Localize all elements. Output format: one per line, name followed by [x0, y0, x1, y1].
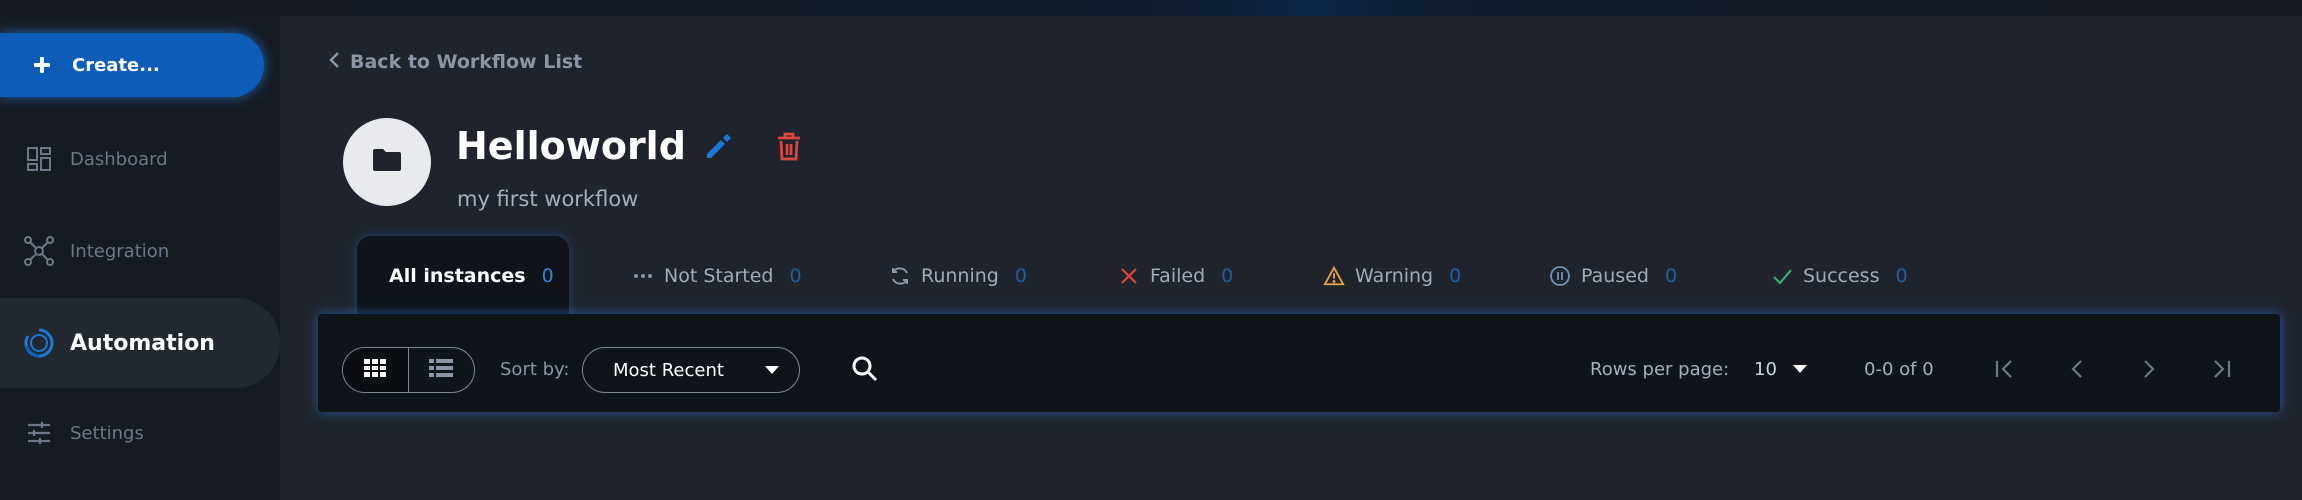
pencil-icon[interactable]: [703, 132, 733, 162]
tab-label: Warning: [1355, 265, 1434, 287]
caret-down-icon: [765, 366, 779, 374]
list-view-button[interactable]: [409, 348, 475, 392]
workflow-avatar: [343, 118, 431, 206]
rows-per-page-label: Rows per page:: [1590, 359, 1730, 380]
folder-icon: [371, 147, 403, 177]
automation-icon: [22, 326, 56, 360]
instances-toolbar: Sort by: Most Recent Rows per page: 10 0…: [318, 314, 2280, 412]
tab-count: 0: [1664, 265, 1678, 287]
last-page-icon[interactable]: [2206, 354, 2236, 384]
tab-all-instances[interactable]: All instances 0: [357, 236, 569, 316]
pagination-range: 0-0 of 0: [1864, 359, 1934, 380]
page-title: Helloworld: [456, 124, 686, 168]
tab-count: 0: [1449, 265, 1462, 287]
sort-select[interactable]: Most Recent: [582, 347, 800, 393]
trash-icon[interactable]: [776, 132, 802, 162]
chevron-left-icon: [328, 51, 340, 73]
tab-count: 0: [789, 265, 802, 287]
settings-icon: [22, 416, 56, 450]
tab-label: All instances: [389, 265, 526, 287]
grid-view-button[interactable]: [343, 348, 409, 392]
first-page-icon[interactable]: [1990, 354, 2020, 384]
sidebar-item-label: Settings: [70, 422, 144, 444]
sidebar-item-integration[interactable]: Integration: [0, 208, 280, 294]
tab-label: Not Started: [664, 265, 774, 287]
sidebar-item-label: Integration: [70, 240, 170, 262]
tab-label: Running: [921, 265, 999, 287]
back-link-label: Back to Workflow List: [350, 51, 583, 73]
workflow-description: my first workflow: [457, 187, 639, 211]
app-window: Create... Dashboard Integration Automati…: [0, 0, 2302, 500]
next-page-icon[interactable]: [2134, 354, 2164, 384]
plus-icon: [32, 55, 52, 75]
back-to-list-link[interactable]: Back to Workflow List: [328, 48, 582, 76]
sidebar: Create... Dashboard Integration Automati…: [0, 16, 280, 500]
tab-count: 0: [1014, 265, 1027, 287]
tab-count: 0: [1895, 265, 1908, 287]
tab-success[interactable]: Success 0: [1771, 236, 1908, 316]
search-icon[interactable]: [850, 354, 880, 384]
tab-paused[interactable]: Paused 0: [1549, 236, 1677, 316]
sidebar-item-label: Automation: [70, 330, 215, 356]
top-bar: [0, 0, 2302, 16]
refresh-icon: [889, 265, 911, 287]
tab-not-started[interactable]: Not Started 0: [632, 236, 802, 316]
sort-label: Sort by:: [500, 359, 570, 380]
tab-count: 0: [541, 265, 554, 287]
tab-running[interactable]: Running 0: [889, 236, 1027, 316]
rows-per-page-value: 10: [1754, 358, 1777, 380]
warning-icon: [1323, 265, 1345, 287]
x-icon: [1118, 265, 1140, 287]
grid-icon: [364, 359, 387, 381]
sidebar-item-label: Dashboard: [70, 148, 168, 170]
tab-warning[interactable]: Warning 0: [1323, 236, 1461, 316]
create-button-label: Create...: [72, 54, 160, 76]
integration-icon: [22, 234, 56, 268]
tab-label: Failed: [1150, 265, 1206, 287]
sort-select-value: Most Recent: [613, 359, 724, 381]
view-toggle: [342, 347, 475, 393]
check-icon: [1771, 265, 1793, 287]
caret-down-icon: [1792, 365, 1807, 373]
rows-per-page-select[interactable]: 10: [1754, 354, 1814, 384]
pause-icon: [1549, 265, 1571, 287]
tab-failed[interactable]: Failed 0: [1118, 236, 1233, 316]
sidebar-item-dashboard[interactable]: Dashboard: [0, 116, 280, 202]
dots-icon: [632, 265, 654, 287]
tab-label: Paused: [1581, 265, 1649, 287]
create-button[interactable]: Create...: [0, 33, 264, 97]
tab-count: 0: [1221, 265, 1234, 287]
list-icon: [429, 359, 454, 381]
tab-label: Success: [1803, 265, 1880, 287]
sidebar-item-settings[interactable]: Settings: [0, 390, 280, 476]
dashboard-icon: [22, 142, 56, 176]
sidebar-item-automation[interactable]: Automation: [0, 298, 280, 388]
previous-page-icon[interactable]: [2062, 354, 2092, 384]
